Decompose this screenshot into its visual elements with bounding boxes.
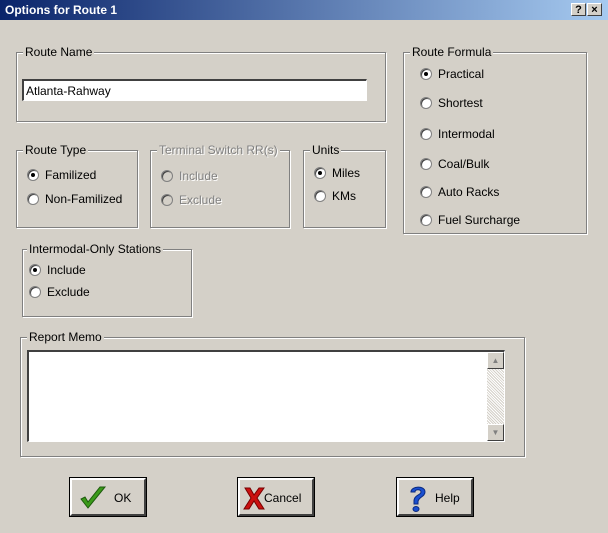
units-group: Units Miles KMs [303,143,386,228]
terminal-switch-legend: Terminal Switch RR(s) [157,143,280,157]
ok-label: OK [114,491,132,505]
radio-terminal-include-label: Include [179,169,218,183]
radio-kms-dot [314,189,326,202]
radio-terminal-exclude: Exclude [161,193,222,207]
route-name-value: Atlanta-Rahway [26,84,111,98]
radio-intermodal-include[interactable]: Include [29,263,86,277]
ok-button[interactable]: OK [69,477,147,517]
radio-terminal-exclude-label: Exclude [179,193,222,207]
radio-intermodal[interactable]: Intermodal [420,127,495,141]
radio-coal-bulk-label: Coal/Bulk [438,157,490,171]
radio-auto-racks-label: Auto Racks [438,185,500,199]
memo-scrollbar[interactable]: ▲ ▼ [487,352,504,441]
radio-fuel-surcharge[interactable]: Fuel Surcharge [420,213,520,227]
question-mark-icon [410,486,426,512]
radio-terminal-include: Include [161,169,218,183]
radio-miles-dot [314,166,326,179]
cancel-x-icon [243,487,265,510]
radio-coal-bulk[interactable]: Coal/Bulk [420,157,489,171]
radio-practical-dot [420,67,432,80]
route-name-group: Route Name Atlanta-Rahway [16,45,386,122]
radio-shortest-dot [420,96,432,109]
report-memo-textarea[interactable]: ▲ ▼ [27,350,505,442]
help-button[interactable]: Help [396,477,474,517]
radio-practical-label: Practical [438,67,485,81]
radio-terminal-exclude-dot [161,193,173,206]
checkmark-icon [80,486,107,509]
radio-intermodal-label: Intermodal [438,127,495,141]
radio-familized[interactable]: Familized [27,168,96,182]
radio-non-familized[interactable]: Non-Familized [27,192,122,206]
radio-intermodal-exclude-dot [29,285,41,298]
radio-auto-racks[interactable]: Auto Racks [420,185,499,199]
radio-kms-label: KMs [332,189,356,203]
radio-non-familized-dot [27,192,39,205]
radio-miles[interactable]: Miles [314,166,360,180]
report-memo-legend: Report Memo [27,330,104,344]
route-type-legend: Route Type [23,143,89,157]
radio-practical[interactable]: Practical [420,67,484,81]
radio-terminal-include-dot [161,169,173,182]
intermodal-only-legend: Intermodal-Only Stations [27,242,164,256]
radio-kms[interactable]: KMs [314,189,356,203]
radio-intermodal-include-label: Include [47,263,86,277]
radio-shortest-label: Shortest [438,96,483,110]
intermodal-only-group: Intermodal-Only Stations Include Exclude [22,242,192,317]
radio-coal-bulk-dot [420,157,432,170]
title-bar[interactable]: Options for Route 1 ? × [0,0,608,20]
radio-shortest[interactable]: Shortest [420,96,483,110]
radio-intermodal-include-dot [29,263,41,276]
close-button[interactable]: × [587,3,602,16]
radio-fuel-surcharge-dot [420,213,432,226]
radio-familized-dot [27,168,39,181]
route-name-legend: Route Name [23,45,95,59]
scroll-down-icon[interactable]: ▼ [487,424,504,441]
radio-miles-label: Miles [332,166,361,180]
window-title: Options for Route 1 [5,3,117,17]
radio-intermodal-dot [420,127,432,140]
help-title-button[interactable]: ? [571,3,586,16]
route-formula-legend: Route Formula [410,45,494,59]
scroll-up-icon[interactable]: ▲ [487,352,504,369]
radio-auto-racks-dot [420,185,432,198]
cancel-label: Cancel [264,491,302,505]
radio-non-familized-label: Non-Familized [45,192,123,206]
route-formula-group: Route Formula Practical Shortest Intermo… [403,45,587,234]
route-type-group: Route Type Familized Non-Familized [16,143,138,228]
units-legend: Units [310,143,342,157]
cancel-button[interactable]: Cancel [237,477,315,517]
radio-familized-label: Familized [45,168,97,182]
terminal-switch-group: Terminal Switch RR(s) Include Exclude [150,143,290,228]
help-label: Help [435,491,460,505]
route-name-field[interactable]: Atlanta-Rahway [22,79,367,101]
radio-fuel-surcharge-label: Fuel Surcharge [438,213,521,227]
radio-intermodal-exclude[interactable]: Exclude [29,285,90,299]
radio-intermodal-exclude-label: Exclude [47,285,90,299]
